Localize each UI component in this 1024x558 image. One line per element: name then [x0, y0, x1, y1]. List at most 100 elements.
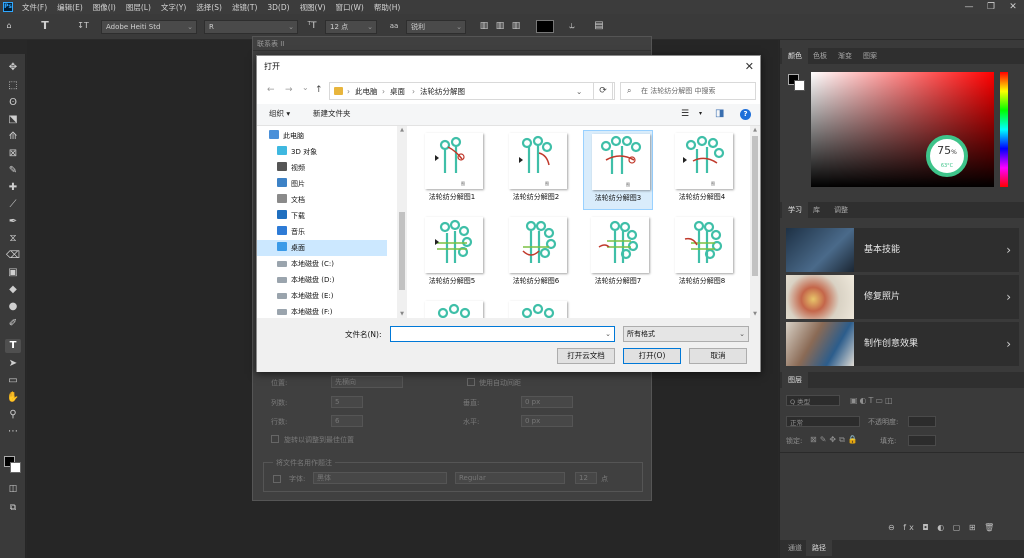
scroll-down-icon[interactable]: ▼ [397, 310, 407, 318]
sidebar-item-3d-objects[interactable]: 3D 对象 [257, 144, 387, 160]
cancel-button[interactable]: 取消 [689, 348, 747, 364]
marquee-tool-icon[interactable]: ⬚ [5, 79, 21, 93]
sidebar-item-drive-c[interactable]: 本地磁盘 (C:) [257, 256, 387, 272]
lock-icons[interactable]: ⊠✎✥⧉🔒 [810, 435, 861, 445]
more-tools-icon[interactable]: ⋯ [5, 425, 21, 439]
search-input[interactable]: ⌕ 在 法轮纺分解图 中搜索 [620, 82, 756, 100]
address-dropdown-icon[interactable]: ⌄ [576, 83, 582, 100]
learn-item-creative-effects[interactable]: 制作创意效果 › [786, 322, 1019, 366]
pen-tool-icon[interactable]: ✐ [5, 317, 21, 331]
layer-kind-filter[interactable]: Q 类型 [786, 395, 840, 406]
menu-file[interactable]: 文件(F) [17, 2, 52, 13]
move-tool-icon[interactable]: ✥ [5, 61, 21, 75]
menu-filter[interactable]: 滤镜(T) [227, 2, 262, 13]
healing-tool-icon[interactable]: ✚ [5, 181, 21, 195]
file-item[interactable]: 法轮纺分解图5 [417, 214, 487, 294]
caption-checkbox[interactable] [273, 475, 281, 483]
sidebar-scrollbar[interactable]: ▲ ▼ [397, 126, 407, 318]
blur-tool-icon[interactable]: ◆ [5, 283, 21, 297]
organize-menu[interactable]: 组织 ▾ [269, 104, 290, 124]
sidebar-item-music[interactable]: 音乐 [257, 224, 387, 240]
caption-font-select[interactable]: 黑体 [313, 472, 447, 484]
scroll-down-icon[interactable]: ▼ [750, 310, 760, 318]
tab-learn[interactable]: 学习 [782, 202, 808, 218]
address-bar[interactable]: › 此电脑 › 桌面 › 法轮纺分解图 ⌄ [329, 82, 615, 100]
type-tool-icon[interactable]: T [5, 339, 21, 353]
sidebar-item-drive-e[interactable]: 本地磁盘 (E:) [257, 288, 387, 304]
preview-pane-icon[interactable]: ◨ [715, 104, 724, 124]
font-size-select[interactable]: 12 点 ⌄ [325, 20, 377, 34]
gradient-tool-icon[interactable]: ▣ [5, 266, 21, 280]
file-item[interactable]: 图法轮纺分解图4 [667, 130, 737, 210]
hue-slider[interactable] [1000, 72, 1008, 187]
character-panel-icon[interactable]: ▤ [593, 19, 605, 33]
quick-mask-icon[interactable]: ◫ [5, 482, 21, 496]
eyedropper-tool-icon[interactable]: ✎ [5, 164, 21, 178]
restore-button[interactable]: ❐ [984, 1, 998, 13]
opacity-input[interactable] [908, 416, 936, 427]
sidebar-item-this-pc[interactable]: 此电脑 [257, 128, 387, 144]
tab-swatches[interactable]: 色板 [807, 48, 833, 64]
brush-tool-icon[interactable]: ⟋ [5, 198, 21, 212]
lasso-tool-icon[interactable]: ʘ [5, 96, 21, 110]
file-item[interactable] [501, 298, 571, 318]
crop-tool-icon[interactable]: ⟰ [5, 130, 21, 144]
file-item-selected[interactable]: 图法轮纺分解图3 [583, 130, 653, 210]
horizontal-input[interactable]: 0 px [521, 415, 573, 427]
up-arrow-icon[interactable]: ↑ [315, 85, 323, 95]
vertical-input[interactable]: 0 px [521, 396, 573, 408]
minimize-button[interactable]: — [962, 1, 976, 13]
menu-image[interactable]: 图像(I) [88, 2, 121, 13]
menu-layer[interactable]: 图层(L) [121, 2, 156, 13]
background-color-swatch[interactable] [794, 80, 805, 91]
new-folder-button[interactable]: 新建文件夹 [313, 104, 351, 124]
file-item[interactable]: 图法轮纺分解图1 [417, 130, 487, 210]
path-select-tool-icon[interactable]: ➤ [5, 357, 21, 371]
stamp-tool-icon[interactable]: ✒ [5, 215, 21, 229]
align-right-icon[interactable]: ▥ [510, 19, 522, 33]
screen-mode-icon[interactable]: ⧉ [5, 501, 21, 515]
sidebar-item-drive-f[interactable]: 本地磁盘 (F:) [257, 304, 387, 318]
menu-view[interactable]: 视图(V) [295, 2, 331, 13]
tab-adjustments[interactable]: 调整 [828, 202, 854, 218]
help-icon[interactable]: ? [740, 109, 751, 120]
file-list-scrollbar[interactable]: ▲ ▼ [750, 126, 760, 318]
color-field[interactable] [811, 72, 994, 187]
home-icon[interactable]: ⌂ [4, 19, 14, 33]
sidebar-item-pictures[interactable]: 图片 [257, 176, 387, 192]
scrollbar-thumb[interactable] [399, 212, 405, 290]
warp-text-icon[interactable]: ⥿ [566, 19, 578, 33]
tab-channels[interactable]: 通道 [782, 540, 808, 556]
caption-size-input[interactable]: 12 [575, 472, 597, 484]
tab-gradients[interactable]: 渐变 [832, 48, 858, 64]
file-item[interactable]: 法轮纺分解图8 [667, 214, 737, 294]
align-center-icon[interactable]: ▥ [494, 19, 506, 33]
auto-spacing-checkbox[interactable] [467, 378, 475, 386]
breadcrumb-desktop[interactable]: 桌面 [390, 83, 405, 100]
refresh-icon[interactable]: ⟳ [593, 82, 613, 100]
chevron-down-icon[interactable]: ⌄ [605, 327, 611, 341]
layer-filter-icons[interactable]: ▣◐T▭◫ [850, 396, 895, 405]
filetype-select[interactable]: 所有格式 ⌄ [623, 326, 749, 342]
align-left-icon[interactable]: ▥ [478, 19, 490, 33]
caption-style-select[interactable]: Regular [455, 472, 565, 484]
scrollbar-thumb[interactable] [752, 136, 758, 276]
toggle-orientation-icon[interactable]: ↧T [74, 19, 92, 33]
scroll-up-icon[interactable]: ▲ [397, 126, 407, 134]
tab-patterns[interactable]: 图案 [857, 48, 883, 64]
rows-input[interactable]: 6 [331, 415, 363, 427]
open-cloud-document-button[interactable]: 打开云文档 [557, 348, 615, 364]
frame-tool-icon[interactable]: ⊠ [5, 147, 21, 161]
file-item[interactable]: 法轮纺分解图7 [583, 214, 653, 294]
font-style-select[interactable]: R ⌄ [204, 20, 298, 34]
tab-color[interactable]: 颜色 [782, 48, 808, 64]
sidebar-item-drive-d[interactable]: 本地磁盘 (D:) [257, 272, 387, 288]
tab-layers[interactable]: 图层 [782, 372, 808, 388]
filename-input[interactable]: ⌄ [390, 326, 615, 342]
zoom-tool-icon[interactable]: ⚲ [5, 408, 21, 422]
learn-item-basic-skills[interactable]: 基本技能 › [786, 228, 1019, 272]
menu-type[interactable]: 文字(Y) [156, 2, 191, 13]
tab-paths[interactable]: 路径 [806, 540, 832, 556]
menu-help[interactable]: 帮助(H) [369, 2, 406, 13]
breadcrumb-folder[interactable]: 法轮纺分解图 [420, 83, 465, 100]
